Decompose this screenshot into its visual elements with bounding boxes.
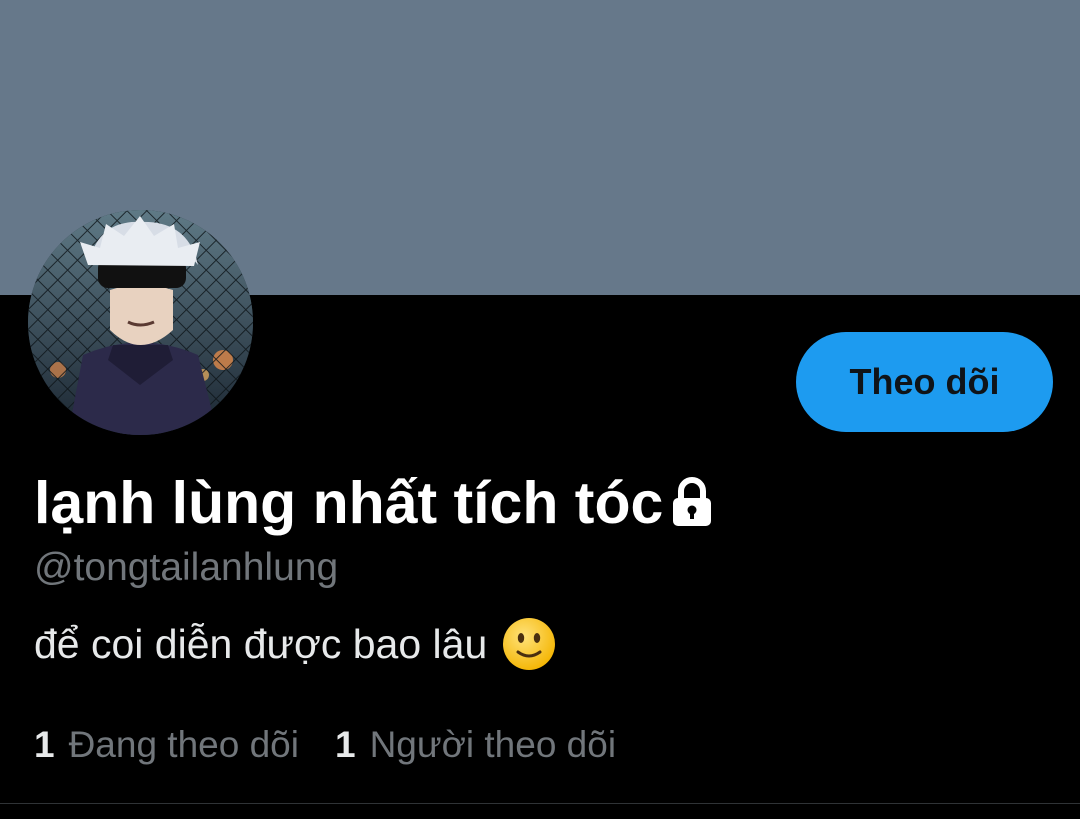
avatar-image	[28, 210, 253, 435]
profile-stats: 1 Đang theo dõi 1 Người theo dõi	[34, 720, 652, 770]
profile-handle: @tongtailanhlung	[34, 546, 339, 589]
lock-icon	[673, 477, 712, 526]
divider	[0, 803, 1080, 804]
profile-page: Theo dõi lạnh lùng nhất tích tóc @tongta…	[0, 0, 1080, 819]
followers-label: Người theo dõi	[369, 724, 617, 765]
follow-button[interactable]: Theo dõi	[796, 332, 1053, 432]
following-link[interactable]: 1 Đang theo dõi	[34, 720, 299, 770]
followers-link[interactable]: 1 Người theo dõi	[335, 720, 616, 770]
avatar[interactable]	[28, 210, 253, 435]
followers-count: 1	[334, 724, 356, 765]
profile-bio: để coi diễn được bao lâu	[34, 614, 557, 674]
following-label: Đang theo dõi	[68, 724, 299, 765]
slightly-smiling-face-icon	[503, 618, 556, 670]
following-count: 1	[34, 724, 55, 765]
profile-display-name: lạnh lùng nhất tích tóc	[34, 467, 715, 539]
bio-text: để coi diễn được bao lâu	[34, 621, 488, 667]
display-name-text: lạnh lùng nhất tích tóc	[34, 470, 664, 536]
